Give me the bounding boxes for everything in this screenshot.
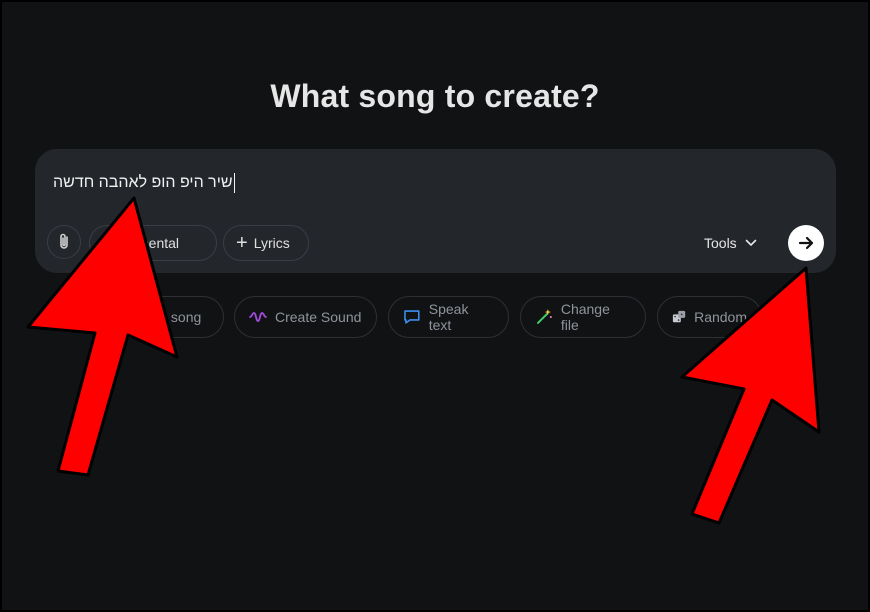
chevron-down-icon — [745, 239, 756, 246]
chip-random[interactable]: Random — [657, 296, 762, 338]
dice-icon — [672, 310, 686, 323]
text-caret — [233, 173, 235, 193]
composer-toolbar: Instrumental + Lyrics Tools — [47, 225, 824, 263]
chip-speak-text[interactable]: Speak text — [388, 296, 509, 338]
add-lyrics-button[interactable]: + Lyrics — [223, 225, 309, 261]
tools-dropdown[interactable]: Tools — [704, 225, 757, 261]
paperclip-icon — [60, 233, 68, 249]
chip-create-sound[interactable]: Create Sound — [234, 296, 377, 338]
chip-label: Random — [694, 309, 747, 325]
chip-change-file[interactable]: Change file — [520, 296, 646, 338]
attach-button[interactable] — [47, 225, 81, 259]
music-icon — [104, 310, 116, 323]
page-title: What song to create? — [270, 78, 600, 114]
lyrics-label: Lyrics — [253, 235, 290, 251]
prompt-input[interactable]: שיר היפ הופ לאהבה חדשה — [53, 173, 235, 193]
speech-bubble-icon — [404, 310, 420, 324]
chip-label: Change file — [560, 301, 610, 333]
tools-label: Tools — [704, 235, 737, 251]
sound-wave-icon — [249, 312, 267, 322]
suggestion-chips: Create song Create Sound Speak text Chan… — [2, 296, 868, 340]
send-button[interactable] — [788, 225, 824, 261]
chip-label: Create Sound — [275, 309, 362, 325]
prompt-input-value: שיר היפ הופ לאהבה חדשה — [53, 174, 233, 191]
plus-icon: + — [236, 232, 248, 254]
magic-wand-icon — [536, 309, 552, 324]
chip-create-song[interactable]: Create song — [88, 296, 224, 338]
instrumental-label: Instrumental — [102, 235, 180, 251]
prompt-composer: שיר היפ הופ לאהבה חדשה Instrumental + Ly… — [35, 149, 836, 273]
instrumental-toggle[interactable]: Instrumental — [89, 225, 217, 261]
chip-label: Speak text — [428, 301, 469, 333]
arrow-right-icon — [798, 236, 814, 250]
app-window: What song to create? שיר היפ הופ לאהבה ח… — [0, 0, 870, 612]
chip-label: Create song — [125, 309, 202, 325]
